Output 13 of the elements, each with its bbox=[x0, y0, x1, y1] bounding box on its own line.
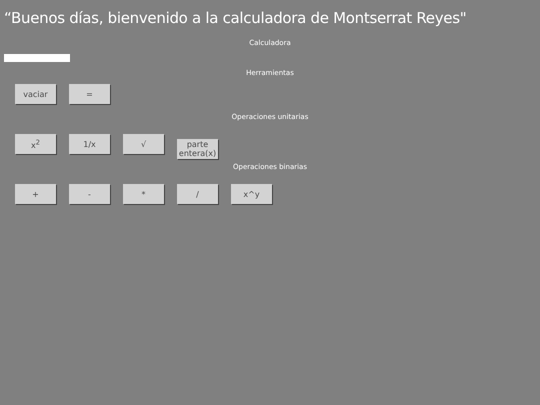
calculator-button[interactable]: / bbox=[177, 184, 218, 204]
calculator-button[interactable]: vaciar bbox=[15, 84, 56, 104]
calculator-button[interactable]: - bbox=[69, 184, 110, 204]
calculator-button[interactable]: + bbox=[15, 184, 56, 204]
calculator-button[interactable]: √ bbox=[123, 134, 164, 154]
welcome-title: “Buenos días, bienvenido a la calculadora de Montserrat Reyes" bbox=[4, 9, 468, 27]
display-field[interactable] bbox=[4, 54, 70, 62]
calculator-button[interactable]: parte entera(x) bbox=[177, 139, 218, 159]
calculator-button[interactable]: x^y bbox=[231, 184, 272, 204]
calculator-button[interactable]: x$^{2}$ bbox=[15, 134, 56, 154]
calculator-button[interactable]: * bbox=[123, 184, 164, 204]
calculator-button[interactable]: 1/x bbox=[69, 134, 110, 154]
calculator-button[interactable]: = bbox=[69, 84, 110, 104]
